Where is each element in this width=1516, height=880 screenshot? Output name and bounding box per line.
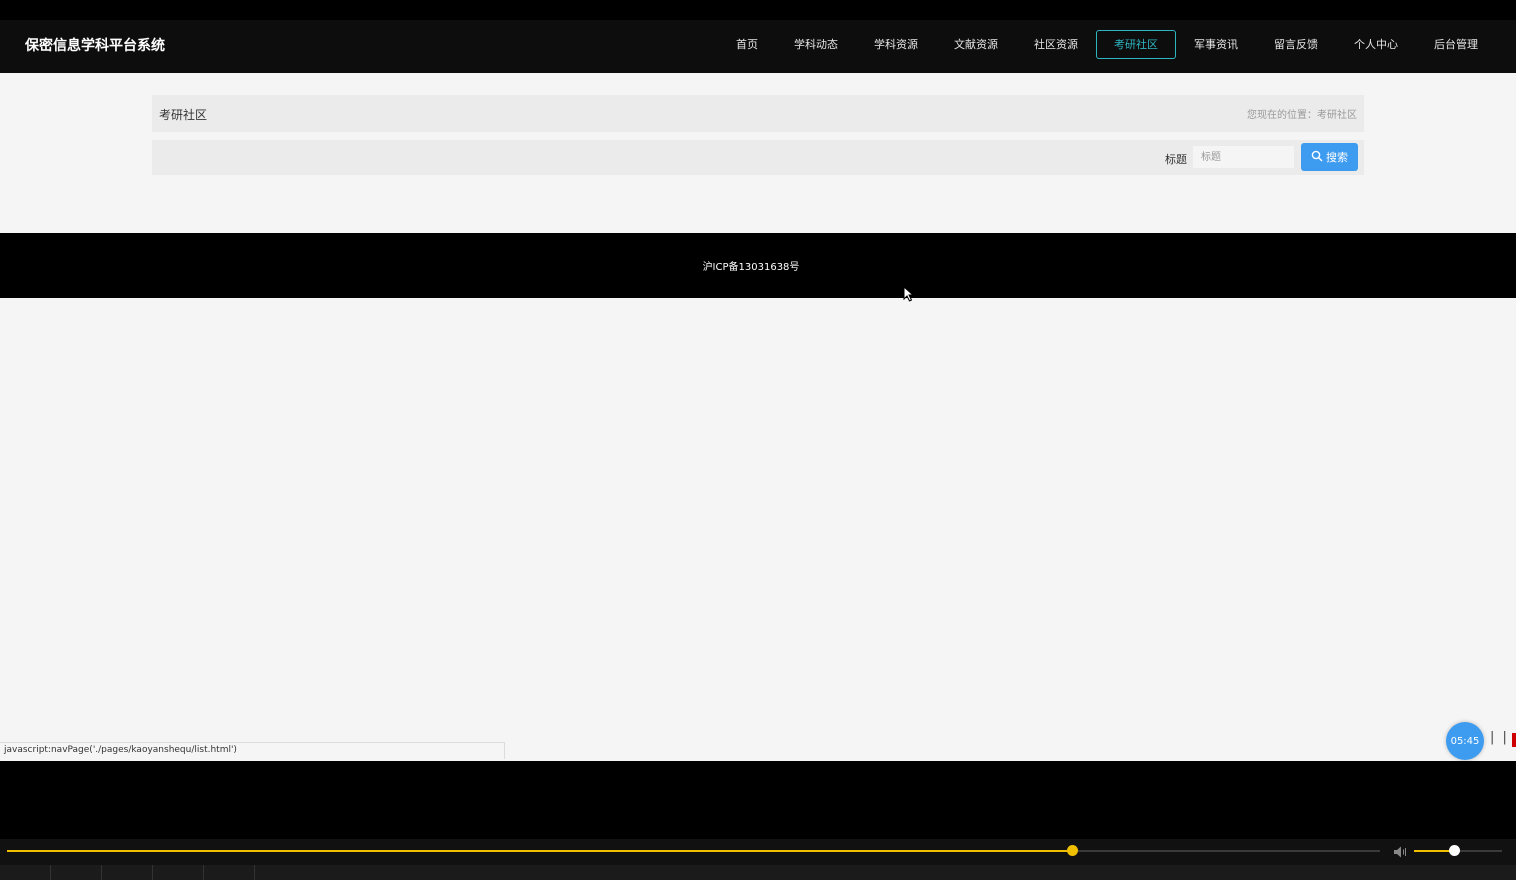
- volume-icon[interactable]: [1393, 844, 1409, 858]
- progress-fill: [7, 850, 1073, 852]
- nav-item[interactable]: 社区资源: [1016, 30, 1096, 59]
- breadcrumb-location: 您现在的位置：考研社区: [1247, 110, 1357, 121]
- strip-segment: [102, 865, 153, 880]
- pause-icon[interactable]: | |: [1490, 730, 1509, 745]
- nav-item[interactable]: 留言反馈: [1256, 30, 1336, 59]
- volume-fill: [1414, 850, 1454, 852]
- navbar: 保密信息学科平台系统 首页 学科动态 学科资源 文献资源 社区资源 考研社区 军事资讯 留言反…: [0, 20, 1516, 73]
- browser-status-url: javascript:navPage('./pages/kaoyanshequ/…: [0, 742, 505, 759]
- strip-segment: [204, 865, 255, 880]
- footer: 沪ICP备13031638号: [0, 233, 1516, 298]
- search-button[interactable]: 搜索: [1301, 143, 1358, 171]
- site-brand[interactable]: 保密信息学科平台系统: [25, 35, 165, 55]
- nav-item[interactable]: 考研社区: [1096, 30, 1176, 59]
- main-nav: 首页 学科动态 学科资源 文献资源 社区资源 考研社区 军事资讯 留言反馈 个人中心 后台管理: [718, 30, 1496, 59]
- bottom-strip: [0, 865, 1516, 880]
- record-indicator: [1512, 733, 1516, 747]
- search-title-label: 标题: [1165, 153, 1187, 166]
- search-bar: 标题 搜索: [152, 140, 1364, 175]
- strip-segment: [0, 865, 51, 880]
- search-icon: [1311, 150, 1323, 165]
- browser-viewport: 保密信息学科平台系统 首页 学科动态 学科资源 文献资源 社区资源 考研社区 军事资讯 留言反…: [0, 20, 1516, 761]
- search-title-input[interactable]: [1193, 146, 1294, 168]
- nav-item[interactable]: 学科动态: [776, 30, 856, 59]
- page-title: 考研社区: [159, 108, 208, 122]
- nav-item[interactable]: 个人中心: [1336, 30, 1416, 59]
- nav-item[interactable]: 后台管理: [1416, 30, 1496, 59]
- icp-record[interactable]: 沪ICP备13031638号: [0, 258, 1516, 273]
- mouse-cursor-icon: [903, 285, 915, 302]
- progress-handle[interactable]: [1067, 845, 1079, 856]
- strip-segment: [51, 865, 102, 880]
- nav-item[interactable]: 军事资讯: [1176, 30, 1256, 59]
- strip-segment: [153, 865, 204, 880]
- progress-bar[interactable]: [7, 845, 1380, 856]
- nav-item[interactable]: 首页: [718, 30, 776, 59]
- recording-timer[interactable]: 05:45: [1446, 722, 1484, 760]
- volume-slider[interactable]: [1414, 845, 1502, 856]
- top-black-bar: [0, 0, 1516, 20]
- nav-item[interactable]: 学科资源: [856, 30, 936, 59]
- volume-handle[interactable]: [1448, 845, 1460, 856]
- search-button-label: 搜索: [1326, 151, 1348, 164]
- breadcrumb: 考研社区 您现在的位置：考研社区: [152, 95, 1364, 132]
- nav-item[interactable]: 文献资源: [936, 30, 1016, 59]
